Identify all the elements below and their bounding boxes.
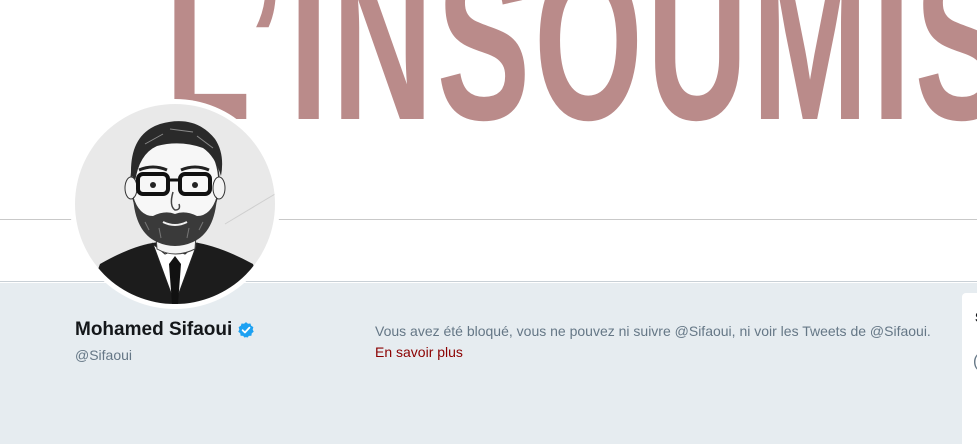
blocked-notice: Vous avez été bloqué, vous ne pouvez ni … xyxy=(375,321,950,363)
learn-more-link[interactable]: En savoir plus xyxy=(375,344,463,360)
avatar[interactable] xyxy=(70,99,280,309)
profile-page: L’INSOUMISSI xyxy=(0,0,977,444)
side-card: S ( xyxy=(962,293,977,444)
verified-badge-icon xyxy=(237,321,255,339)
side-card-text-fragment: ( xyxy=(973,353,977,371)
profile-name[interactable]: Mohamed Sifaoui xyxy=(75,318,232,342)
profile-content-area xyxy=(0,283,977,444)
profile-handle[interactable]: @Sifaoui xyxy=(75,346,132,364)
profile-name-row: Mohamed Sifaoui xyxy=(75,318,255,342)
blocked-message: Vous avez été bloqué, vous ne pouvez ni … xyxy=(375,323,931,339)
avatar-portrait-image xyxy=(75,104,275,304)
